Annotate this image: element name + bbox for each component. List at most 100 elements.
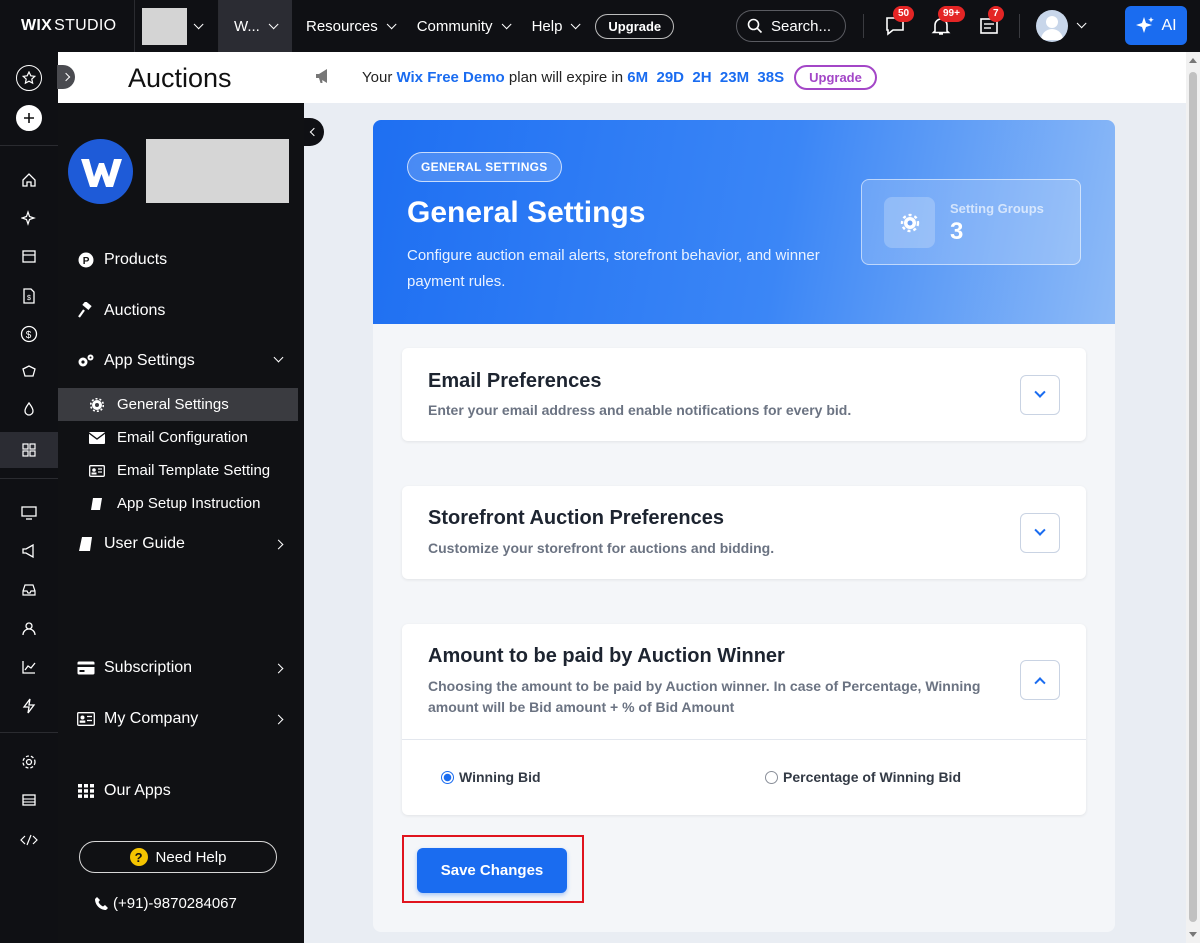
rail-cms[interactable] bbox=[0, 782, 58, 818]
rail-promote[interactable] bbox=[0, 533, 58, 569]
search-input[interactable]: Search... bbox=[736, 10, 846, 42]
rail-home[interactable] bbox=[0, 162, 58, 198]
dollar-icon: $ bbox=[20, 325, 38, 343]
rail-ai-tools[interactable] bbox=[0, 200, 58, 236]
gears-icon bbox=[76, 353, 96, 369]
email-preferences-section[interactable]: Email Preferences Enter your email addre… bbox=[402, 348, 1086, 441]
nav-user-guide[interactable]: User Guide bbox=[58, 535, 304, 553]
section-pill: GENERAL SETTINGS bbox=[407, 152, 562, 182]
rail-invoices[interactable]: $ bbox=[0, 278, 58, 314]
nav-app-setup-instruction[interactable]: App Setup Instruction bbox=[58, 487, 298, 520]
page-scrollbar[interactable] bbox=[1186, 52, 1200, 943]
envelope-icon bbox=[88, 431, 106, 444]
radio-percentage-winning-bid-label: Percentage of Winning Bid bbox=[783, 769, 961, 785]
chevron-down-icon[interactable] bbox=[1076, 18, 1087, 29]
settings-hero: GENERAL SETTINGS General Settings Config… bbox=[373, 120, 1115, 324]
rail-payments[interactable]: $ bbox=[0, 316, 58, 352]
scroll-down-icon[interactable] bbox=[1189, 932, 1197, 937]
nav-app-setup-instruction-label: App Setup Instruction bbox=[117, 495, 261, 512]
rail-automations[interactable] bbox=[0, 688, 58, 724]
site-switcher[interactable] bbox=[135, 0, 219, 52]
banner-middle: plan will expire in bbox=[508, 69, 624, 86]
svg-text:P: P bbox=[83, 256, 90, 267]
expand-panel-button[interactable] bbox=[57, 65, 75, 89]
storefront-preferences-section[interactable]: Storefront Auction Preferences Customize… bbox=[402, 486, 1086, 579]
nav-email-template-setting[interactable]: Email Template Setting bbox=[58, 454, 298, 487]
ai-button[interactable]: AI bbox=[1125, 6, 1187, 45]
id-card-icon bbox=[88, 464, 106, 477]
star-icon bbox=[16, 65, 42, 91]
workspace-menu[interactable]: W... bbox=[219, 0, 292, 52]
nav-email-configuration[interactable]: Email Configuration bbox=[58, 421, 298, 454]
book-icon bbox=[88, 497, 106, 511]
flame-icon bbox=[24, 402, 34, 416]
nav-subscription-label: Subscription bbox=[104, 659, 193, 676]
nav-auctions[interactable]: Auctions bbox=[58, 302, 304, 320]
rail-inbox[interactable] bbox=[0, 572, 58, 608]
gear-icon bbox=[22, 755, 36, 769]
support-phone[interactable]: (+91)-9870284067 bbox=[94, 895, 237, 912]
scroll-up-icon[interactable] bbox=[1189, 58, 1197, 63]
upgrade-button[interactable]: Upgrade bbox=[595, 13, 675, 39]
radio-winning-bid[interactable]: Winning Bid bbox=[441, 769, 541, 785]
nav-general-settings-label: General Settings bbox=[117, 396, 229, 413]
logo-bold: WIX bbox=[21, 17, 53, 34]
scrollbar-thumb[interactable] bbox=[1189, 72, 1197, 922]
countdown-seconds: 38S bbox=[757, 69, 785, 86]
countdown-minutes: 23M bbox=[719, 69, 750, 86]
email-preferences-description: Enter your email address and enable noti… bbox=[428, 402, 852, 418]
rail-dev-mode[interactable] bbox=[0, 822, 58, 858]
nav-products[interactable]: P Products bbox=[58, 251, 304, 269]
nav-subscription[interactable]: Subscription bbox=[58, 659, 304, 677]
email-preferences-toggle[interactable] bbox=[1020, 375, 1060, 415]
support-phone-number: (+91)-9870284067 bbox=[113, 895, 237, 912]
save-changes-button[interactable]: Save Changes bbox=[417, 848, 567, 893]
nav-my-company-label: My Company bbox=[104, 710, 199, 727]
rail-apps[interactable] bbox=[0, 432, 58, 468]
radio-winning-bid-label: Winning Bid bbox=[459, 769, 541, 785]
avatar[interactable] bbox=[1036, 10, 1068, 42]
user-icon bbox=[1041, 16, 1063, 40]
settings-description: Configure auction email alerts, storefro… bbox=[407, 247, 820, 290]
rail-add[interactable] bbox=[0, 100, 58, 136]
sparkle-icon bbox=[1136, 16, 1155, 33]
nav-app-settings[interactable]: App Settings bbox=[58, 352, 304, 370]
plan-banner: Your Wix Free Demo plan will expire in 6… bbox=[304, 52, 1186, 103]
updates-button[interactable]: 7 bbox=[976, 6, 1004, 39]
menu-help[interactable]: Help bbox=[532, 18, 581, 35]
calendar-icon bbox=[22, 250, 36, 263]
nav-our-apps[interactable]: Our Apps bbox=[58, 782, 304, 800]
countdown-hours: 2H bbox=[692, 69, 712, 86]
storefront-preferences-toggle[interactable] bbox=[1020, 513, 1060, 553]
messages-button[interactable]: 50 bbox=[882, 6, 915, 39]
rail-analytics[interactable] bbox=[0, 649, 58, 685]
rail-favorites[interactable] bbox=[0, 60, 58, 96]
winner-amount-description: Choosing the amount to be paid by Auctio… bbox=[428, 678, 981, 715]
rail-contacts[interactable] bbox=[0, 610, 58, 646]
menu-community[interactable]: Community bbox=[417, 18, 512, 35]
rail-settings[interactable] bbox=[0, 744, 58, 780]
radio-percentage-winning-bid[interactable]: Percentage of Winning Bid bbox=[765, 769, 961, 785]
rail-calendar[interactable] bbox=[0, 238, 58, 274]
banner-upgrade-button[interactable]: Upgrade bbox=[794, 65, 877, 90]
apps-icon bbox=[22, 443, 36, 457]
gear-icon bbox=[88, 397, 106, 412]
nav-my-company[interactable]: My Company bbox=[58, 710, 304, 728]
winner-amount-toggle[interactable] bbox=[1020, 660, 1060, 700]
rail-marketing[interactable] bbox=[0, 392, 58, 428]
rail-store[interactable] bbox=[0, 354, 58, 390]
radio-percentage-winning-bid-dot[interactable] bbox=[765, 770, 778, 784]
nav-our-apps-label: Our Apps bbox=[104, 782, 171, 799]
nav-app-settings-label: App Settings bbox=[104, 352, 195, 369]
menu-resources[interactable]: Resources bbox=[306, 18, 397, 35]
radio-winning-bid-dot[interactable] bbox=[441, 770, 454, 784]
rail-site[interactable] bbox=[0, 495, 58, 531]
wix-studio-logo[interactable]: WIX STUDIO bbox=[0, 0, 135, 52]
winner-amount-section: Amount to be paid by Auction Winner Choo… bbox=[402, 624, 1086, 815]
messages-badge: 50 bbox=[893, 6, 915, 22]
notifications-button[interactable]: 99+ bbox=[928, 6, 965, 39]
nav-general-settings[interactable]: General Settings bbox=[58, 388, 298, 421]
search-icon bbox=[747, 18, 763, 34]
need-help-button[interactable]: ? Need Help bbox=[79, 841, 277, 873]
nav-user-guide-label: User Guide bbox=[104, 535, 185, 552]
